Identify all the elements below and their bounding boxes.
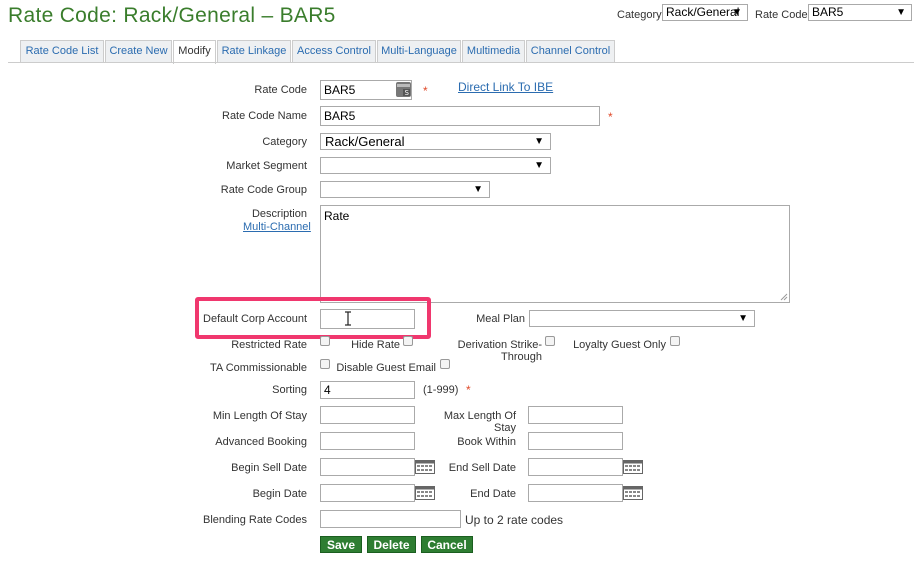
meal-plan-label: Meal Plan — [476, 313, 525, 325]
rate-code-name-input[interactable]: BAR5 — [320, 106, 600, 126]
ta-commissionable-label: TA Commissionable — [210, 362, 307, 374]
begin-date-input[interactable] — [320, 484, 415, 502]
delete-button[interactable]: Delete — [367, 536, 416, 553]
restricted-rate-checkbox[interactable] — [320, 336, 330, 346]
description-label: Description — [251, 208, 307, 220]
tab-channel-control[interactable]: Channel Control — [526, 40, 615, 62]
code-generator-icon[interactable]: S — [396, 82, 411, 97]
sorting-input[interactable]: 4 — [320, 381, 415, 399]
required-mark: * — [608, 110, 613, 124]
tab-rate-code-list[interactable]: Rate Code List — [20, 40, 104, 62]
advanced-booking-input[interactable] — [320, 432, 415, 450]
save-button[interactable]: Save — [320, 536, 362, 553]
end-sell-date-input[interactable] — [528, 458, 623, 476]
hide-rate-label: Hide Rate — [351, 339, 400, 351]
top-rate-code-value: BAR5 — [812, 5, 844, 19]
begin-sell-date-input[interactable] — [320, 458, 415, 476]
top-category-value: Rack/General — [666, 5, 740, 19]
end-date-input[interactable] — [528, 484, 623, 502]
blending-rate-codes-input[interactable] — [320, 510, 461, 528]
min-los-input[interactable] — [320, 406, 415, 424]
chevron-down-icon: ▼ — [473, 184, 483, 195]
chevron-down-icon: ▼ — [534, 136, 544, 147]
tab-create-new[interactable]: Create New — [105, 40, 172, 62]
chevron-down-icon: ▼ — [732, 7, 742, 18]
end-sell-date-label: End Sell Date — [448, 462, 516, 474]
max-los-label: Max Length Of Stay — [443, 410, 516, 434]
chevron-down-icon: ▼ — [534, 160, 544, 171]
highlight-box — [195, 297, 431, 339]
category-select[interactable]: Rack/General ▼ — [320, 133, 551, 150]
svg-text:S: S — [405, 89, 410, 97]
rate-code-label: Rate Code — [254, 84, 307, 96]
top-category-select[interactable]: Rack/General ▼ — [662, 4, 748, 21]
loyalty-checkbox[interactable] — [670, 336, 680, 346]
required-mark: * — [466, 383, 471, 397]
chevron-down-icon: ▼ — [896, 7, 906, 18]
disable-email-label: Disable Guest Email — [336, 362, 436, 374]
market-segment-select[interactable]: ▼ — [320, 157, 551, 174]
book-within-label: Book Within — [457, 436, 516, 448]
top-rate-code-label: Rate Code — [755, 9, 808, 21]
resize-handle-icon[interactable] — [780, 293, 788, 301]
page-title: Rate Code: Rack/General – BAR5 — [8, 4, 336, 27]
description-value: Rate — [324, 209, 350, 223]
calendar-icon[interactable] — [623, 460, 643, 474]
cancel-button[interactable]: Cancel — [421, 536, 473, 553]
sorting-label: Sorting — [272, 384, 307, 396]
chevron-down-icon: ▼ — [738, 313, 748, 324]
tab-access-control[interactable]: Access Control — [292, 40, 376, 62]
tab-multi-language[interactable]: Multi-Language — [377, 40, 461, 62]
rate-code-group-select[interactable]: ▼ — [320, 181, 490, 198]
tab-modify[interactable]: Modify — [173, 40, 216, 64]
tab-multimedia[interactable]: Multimedia — [462, 40, 525, 62]
market-segment-label: Market Segment — [226, 160, 307, 172]
blending-rate-codes-label: Blending Rate Codes — [203, 514, 307, 526]
loyalty-label: Loyalty Guest Only — [573, 339, 666, 351]
tab-rate-linkage[interactable]: Rate Linkage — [217, 40, 291, 62]
direct-link-ibe[interactable]: Direct Link To IBE — [458, 80, 553, 94]
advanced-booking-label: Advanced Booking — [215, 436, 307, 448]
ta-commissionable-checkbox[interactable] — [320, 359, 330, 369]
rate-code-group-label: Rate Code Group — [220, 184, 307, 196]
sorting-hint: (1-999) — [423, 384, 459, 396]
blending-hint: Up to 2 rate codes — [465, 513, 564, 527]
required-mark: * — [423, 84, 428, 98]
tab-divider — [8, 62, 914, 63]
end-date-label: End Date — [470, 488, 516, 500]
book-within-input[interactable] — [528, 432, 623, 450]
min-los-label: Min Length Of Stay — [212, 410, 307, 422]
derivation-label: Derivation Strike-Through — [457, 339, 542, 363]
category-value: Rack/General — [325, 134, 405, 149]
multi-channel-link[interactable]: Multi-Channel — [243, 221, 311, 233]
category-label: Category — [262, 136, 307, 148]
begin-sell-date-label: Begin Sell Date — [231, 462, 307, 474]
description-textarea[interactable]: Rate — [320, 205, 790, 303]
max-los-input[interactable] — [528, 406, 623, 424]
calendar-icon[interactable] — [623, 486, 643, 500]
derivation-checkbox[interactable] — [545, 336, 555, 346]
begin-date-label: Begin Date — [252, 488, 307, 500]
top-category-label: Category — [617, 9, 662, 21]
rate-code-name-label: Rate Code Name — [222, 110, 307, 122]
restricted-rate-label: Restricted Rate — [231, 339, 307, 351]
meal-plan-select[interactable]: ▼ — [529, 310, 755, 327]
top-rate-code-select[interactable]: BAR5 ▼ — [808, 4, 912, 21]
disable-email-checkbox[interactable] — [440, 359, 450, 369]
hide-rate-checkbox[interactable] — [403, 336, 413, 346]
